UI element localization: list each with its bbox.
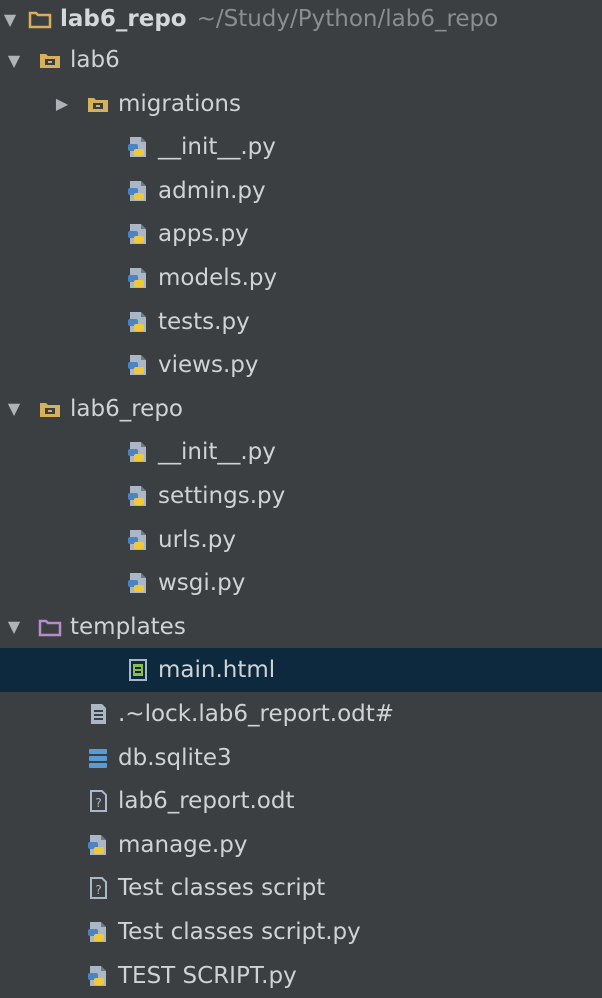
tree-item-label: Test classes script bbox=[118, 875, 326, 902]
tree-item-label: __init__.py bbox=[158, 134, 276, 161]
chevron-down-icon[interactable]: ▼ bbox=[0, 9, 20, 29]
unknown-file-icon: ? bbox=[86, 789, 110, 813]
python-file-icon bbox=[126, 135, 150, 159]
tree-item-test-classes-script[interactable]: ? Test classes script bbox=[0, 866, 602, 910]
tree-item-views-py[interactable]: views.py bbox=[0, 343, 602, 387]
tree-item-label: Test classes script.py bbox=[118, 919, 361, 945]
templates-folder-icon bbox=[38, 615, 62, 639]
package-folder-icon bbox=[38, 48, 62, 72]
tree-item-label: migrations bbox=[118, 90, 241, 117]
tree-root-path: ~/Study/Python/lab6_repo bbox=[196, 6, 499, 32]
python-file-icon bbox=[126, 179, 150, 203]
tree-item-label: tests.py bbox=[158, 308, 250, 335]
tree-item-lab6[interactable]: ▼ lab6 bbox=[0, 38, 602, 82]
tree-item-urls-py[interactable]: urls.py bbox=[0, 518, 602, 562]
tree-item-label: lab6 bbox=[70, 47, 120, 73]
tree-item-label: main.html bbox=[158, 657, 276, 684]
tree-item-wsgi-py[interactable]: wsgi.py bbox=[0, 561, 602, 605]
database-icon bbox=[86, 746, 110, 770]
tree-item-init-py[interactable]: __init__.py bbox=[0, 125, 602, 169]
chevron-right-icon[interactable]: ▶ bbox=[52, 94, 72, 114]
python-file-icon bbox=[86, 920, 110, 944]
tree-item-label: views.py bbox=[158, 352, 259, 379]
tree-item-label: admin.py bbox=[158, 177, 266, 204]
tree-item-manage-py[interactable]: manage.py bbox=[0, 823, 602, 867]
svg-text:?: ? bbox=[95, 883, 101, 897]
package-folder-icon bbox=[38, 397, 62, 421]
package-folder-icon bbox=[86, 92, 110, 116]
tree-root-row[interactable]: ▼ lab6_repo ~/Study/Python/lab6_repo bbox=[0, 0, 602, 41]
tree-item-migrations[interactable]: ▶ migrations bbox=[0, 82, 602, 126]
python-file-icon bbox=[126, 571, 150, 595]
tree-item-label: settings.py bbox=[158, 483, 286, 509]
tree-item-lab6-report-odt[interactable]: ? lab6_report.odt bbox=[0, 779, 602, 823]
python-file-icon bbox=[126, 222, 150, 246]
tree-item-settings-py[interactable]: settings.py bbox=[0, 474, 602, 518]
tree-item-test-classes-script-py[interactable]: Test classes script.py bbox=[0, 910, 602, 954]
python-file-icon bbox=[86, 964, 110, 988]
tree-item-templates[interactable]: ▼ templates bbox=[0, 605, 602, 649]
tree-item-label: templates bbox=[70, 613, 186, 640]
python-file-icon bbox=[126, 484, 150, 508]
tree-item-lock-lab6-report-odt[interactable]: .~lock.lab6_report.odt# bbox=[0, 692, 602, 736]
tree-item-apps-py[interactable]: apps.py bbox=[0, 212, 602, 256]
tree-item-label: __init__.py bbox=[158, 439, 276, 466]
python-file-icon bbox=[126, 353, 150, 377]
python-file-icon bbox=[126, 440, 150, 464]
tree-item-label: .~lock.lab6_report.odt# bbox=[118, 701, 395, 727]
tree-item-label: models.py bbox=[158, 265, 278, 291]
tree-root-name: lab6_repo bbox=[60, 6, 187, 32]
tree-item-label: urls.py bbox=[158, 526, 236, 553]
text-file-icon bbox=[86, 702, 110, 726]
svg-text:?: ? bbox=[95, 796, 101, 810]
tree-item-test-script-py[interactable]: TEST SCRIPT.py bbox=[0, 954, 602, 998]
tree-item-admin-py[interactable]: admin.py bbox=[0, 169, 602, 213]
tree-item-models-py[interactable]: models.py bbox=[0, 256, 602, 300]
python-file-icon bbox=[126, 528, 150, 552]
chevron-down-icon[interactable]: ▼ bbox=[4, 399, 24, 419]
unknown-file-icon: ? bbox=[86, 876, 110, 900]
tree-item-main-html[interactable]: main.html bbox=[0, 648, 602, 693]
tree-item-label: lab6_report.odt bbox=[118, 788, 295, 815]
chevron-down-icon[interactable]: ▼ bbox=[4, 50, 24, 70]
project-tree: ▼ lab6_repo ~/Study/Python/lab6_repo ▼ la… bbox=[0, 0, 602, 998]
folder-icon bbox=[28, 7, 52, 31]
tree-item-label: apps.py bbox=[158, 221, 249, 248]
chevron-down-icon[interactable]: ▼ bbox=[4, 617, 24, 637]
tree-item-db-sqlite3[interactable]: db.sqlite3 bbox=[0, 736, 602, 780]
tree-item-label: lab6_repo bbox=[70, 395, 183, 422]
tree-item-lab6-repo[interactable]: ▼ lab6_repo bbox=[0, 387, 602, 431]
tree-item-init-py[interactable]: __init__.py bbox=[0, 430, 602, 474]
tree-item-label: wsgi.py bbox=[158, 570, 246, 597]
html-file-icon bbox=[126, 658, 150, 682]
tree-item-tests-py[interactable]: tests.py bbox=[0, 300, 602, 344]
tree-item-label: manage.py bbox=[118, 831, 248, 858]
tree-item-label: TEST SCRIPT.py bbox=[118, 962, 297, 989]
tree-item-label: db.sqlite3 bbox=[118, 744, 232, 771]
python-file-icon bbox=[126, 266, 150, 290]
python-file-icon bbox=[126, 310, 150, 334]
python-file-icon bbox=[86, 833, 110, 857]
